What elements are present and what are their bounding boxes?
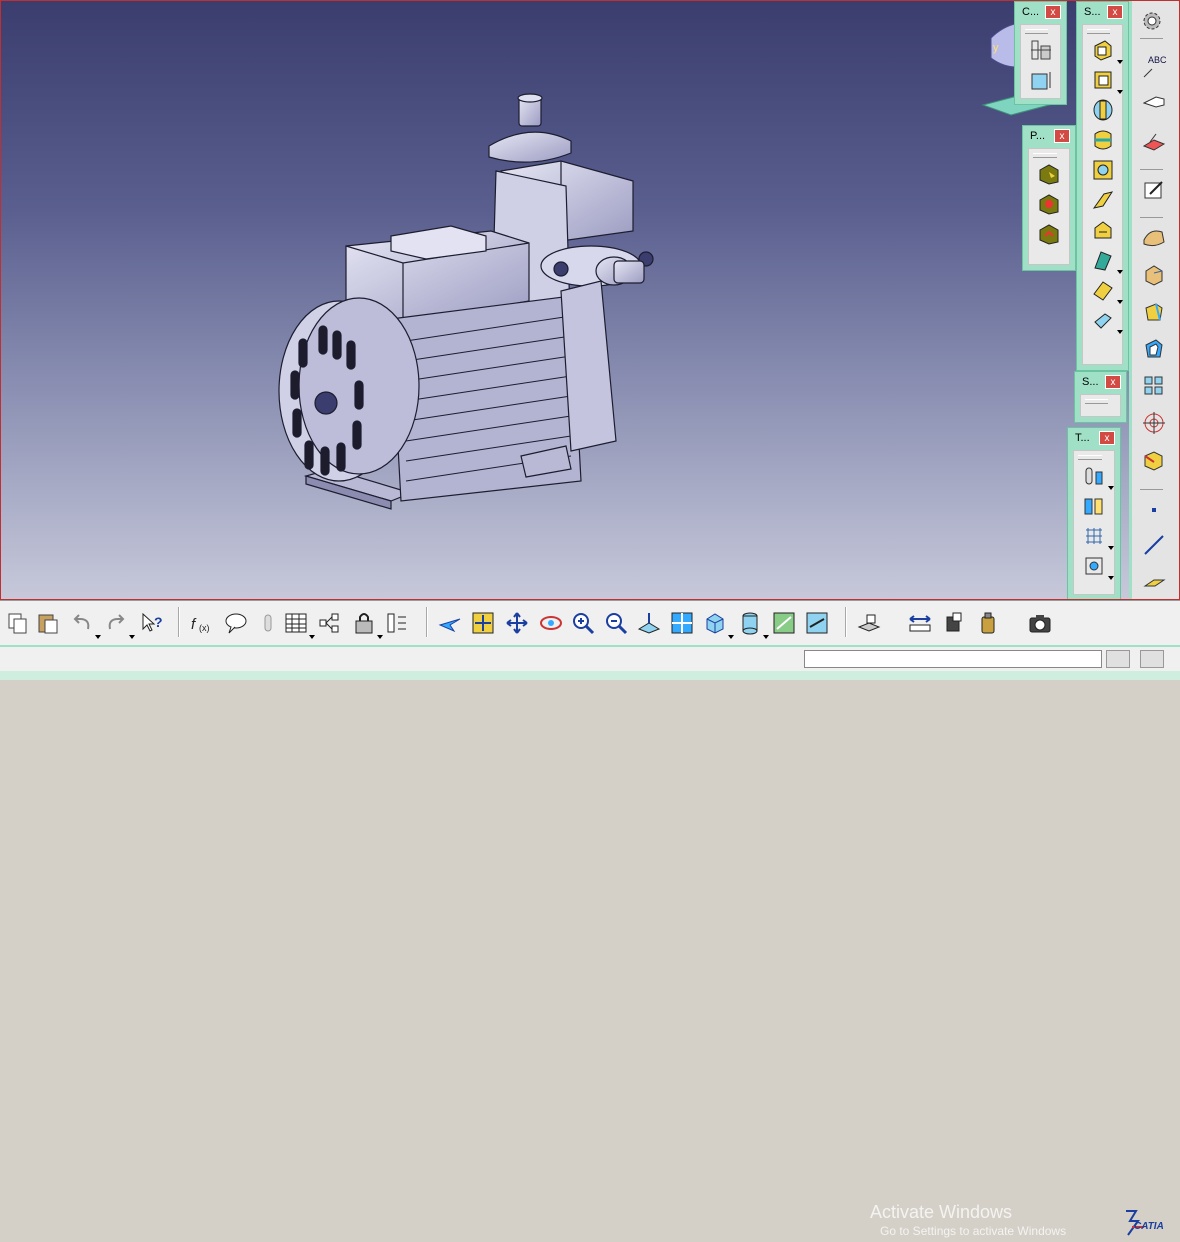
knowledge-icon[interactable]: [256, 611, 280, 635]
target-icon[interactable]: [1142, 411, 1179, 438]
constraints-toolbar[interactable]: C... x: [1014, 1, 1067, 105]
surfaces-toolbar[interactable]: S... x: [1076, 1, 1129, 371]
multi-section-solid-icon[interactable]: [1091, 248, 1123, 274]
svg-text:f: f: [191, 616, 197, 633]
shell-icon[interactable]: [1142, 337, 1179, 364]
rib-icon[interactable]: [1091, 188, 1115, 212]
text-annotation-icon[interactable]: ABC: [1142, 55, 1179, 79]
hole-icon[interactable]: [1091, 158, 1115, 182]
slot-icon[interactable]: [1091, 218, 1115, 242]
multi-view-icon[interactable]: [670, 611, 694, 635]
close-button[interactable]: x: [1054, 129, 1070, 143]
fly-mode-icon[interactable]: [438, 611, 462, 635]
thick-surface-icon[interactable]: [1091, 308, 1123, 334]
point-icon[interactable]: [1144, 500, 1179, 523]
status-strip: [0, 671, 1180, 680]
close-button[interactable]: x: [1105, 375, 1121, 389]
3d-viewport[interactable]: y C... x S... x P... x S... x T... x ABC: [0, 0, 1180, 600]
sketch-icon[interactable]: [1142, 178, 1179, 205]
redo-icon[interactable]: [104, 611, 135, 639]
iso-view-icon[interactable]: [703, 611, 734, 639]
toolbar-title: S...: [1084, 6, 1101, 18]
toolbar-title: C...: [1022, 6, 1040, 18]
tools-toolbar[interactable]: T... x: [1067, 427, 1121, 599]
draft-icon[interactable]: [1142, 300, 1179, 327]
activate-windows-watermark: Activate Windows: [870, 1202, 1013, 1222]
toolbar-grip[interactable]: [1025, 29, 1048, 34]
shading-icon[interactable]: [738, 611, 769, 639]
right-docked-toolbar[interactable]: ABC: [1129, 1, 1179, 599]
comment-icon[interactable]: [224, 611, 248, 635]
pan-icon[interactable]: [505, 611, 529, 635]
toolbar-grip[interactable]: [1033, 153, 1057, 158]
status-bar: [0, 645, 1180, 680]
hide-show-icon[interactable]: [772, 611, 796, 635]
toolbar-title: P...: [1030, 130, 1046, 142]
close-button[interactable]: x: [1099, 431, 1115, 445]
part-design-icon[interactable]: [1037, 162, 1061, 186]
measure-inertia-icon[interactable]: [943, 611, 967, 635]
undo-icon[interactable]: [70, 611, 101, 639]
svg-text:?: ?: [154, 614, 163, 630]
lock-icon[interactable]: [352, 611, 383, 639]
formula-icon[interactable]: f (x): [190, 611, 214, 635]
fillet-icon[interactable]: [1142, 226, 1179, 253]
design-table-icon[interactable]: [284, 611, 315, 639]
dimension-constraint-icon[interactable]: [1029, 68, 1053, 92]
toolbar-grip[interactable]: [1078, 455, 1102, 460]
solid-combine-icon[interactable]: [1091, 278, 1123, 304]
flag-note-icon[interactable]: [1142, 91, 1179, 118]
thread-icon[interactable]: [1142, 448, 1179, 475]
catia-logo: CATIA: [1122, 1207, 1172, 1239]
activate-windows-subtitle: Go to Settings to activate Windows: [880, 1224, 1067, 1238]
user-icon[interactable]: [1140, 650, 1164, 668]
measure-item-icon[interactable]: [1082, 494, 1106, 518]
close-button[interactable]: x: [1107, 5, 1123, 19]
measure-icon[interactable]: [857, 611, 881, 635]
swap-visible-space-icon[interactable]: [805, 611, 829, 635]
toolbar-grip[interactable]: [1087, 29, 1110, 34]
datum-feature-icon[interactable]: [1142, 128, 1179, 155]
toolbar-title: T...: [1075, 432, 1090, 444]
part-update-icon[interactable]: [1037, 222, 1061, 246]
plane-icon[interactable]: [1142, 570, 1179, 597]
fit-all-in-icon[interactable]: [471, 611, 495, 635]
rotate-icon[interactable]: [539, 611, 563, 635]
gear-icon[interactable]: [1140, 9, 1179, 36]
paste-icon[interactable]: [36, 611, 60, 635]
pump-3d-model[interactable]: [271, 91, 671, 531]
part-check-icon[interactable]: [1037, 192, 1061, 216]
close-button[interactable]: x: [1045, 5, 1061, 19]
toolbar-title: S...: [1082, 376, 1099, 388]
measure-between-icon[interactable]: [1082, 464, 1114, 490]
snap-point-icon[interactable]: [1082, 554, 1114, 580]
grid-icon[interactable]: [1082, 524, 1114, 550]
normal-view-icon[interactable]: [637, 611, 661, 635]
catalog-icon[interactable]: [318, 611, 342, 635]
power-input-button[interactable]: [1106, 650, 1130, 668]
zoom-in-icon[interactable]: [571, 611, 595, 635]
copy-icon[interactable]: [6, 611, 30, 635]
shaft-icon[interactable]: [1091, 98, 1115, 122]
pattern-icon[interactable]: [1142, 374, 1179, 401]
svg-text:(x): (x): [199, 623, 210, 633]
pocket-icon[interactable]: [1091, 68, 1123, 94]
command-input[interactable]: [804, 650, 1102, 668]
sketch-toolbar[interactable]: S... x: [1074, 371, 1127, 423]
bottom-toolbar[interactable]: ? f (x) Activate Windows Go to Settings t…: [0, 600, 1180, 1238]
whats-this-icon[interactable]: ?: [140, 611, 164, 635]
camera-icon[interactable]: [1028, 611, 1052, 635]
part-toolbar[interactable]: P... x: [1022, 125, 1076, 271]
pad-icon[interactable]: [1091, 38, 1123, 64]
toolbar-grip[interactable]: [1085, 399, 1108, 404]
constraint-icon[interactable]: [1029, 38, 1053, 62]
groove-icon[interactable]: [1091, 128, 1115, 152]
chamfer-icon[interactable]: [1142, 263, 1179, 290]
reorder-icon[interactable]: [386, 611, 410, 635]
line-icon[interactable]: [1142, 533, 1179, 560]
distance-icon[interactable]: [908, 611, 932, 635]
compass-axis-label: y: [993, 42, 999, 54]
apply-material-icon[interactable]: [976, 611, 1000, 635]
zoom-out-icon[interactable]: [604, 611, 628, 635]
